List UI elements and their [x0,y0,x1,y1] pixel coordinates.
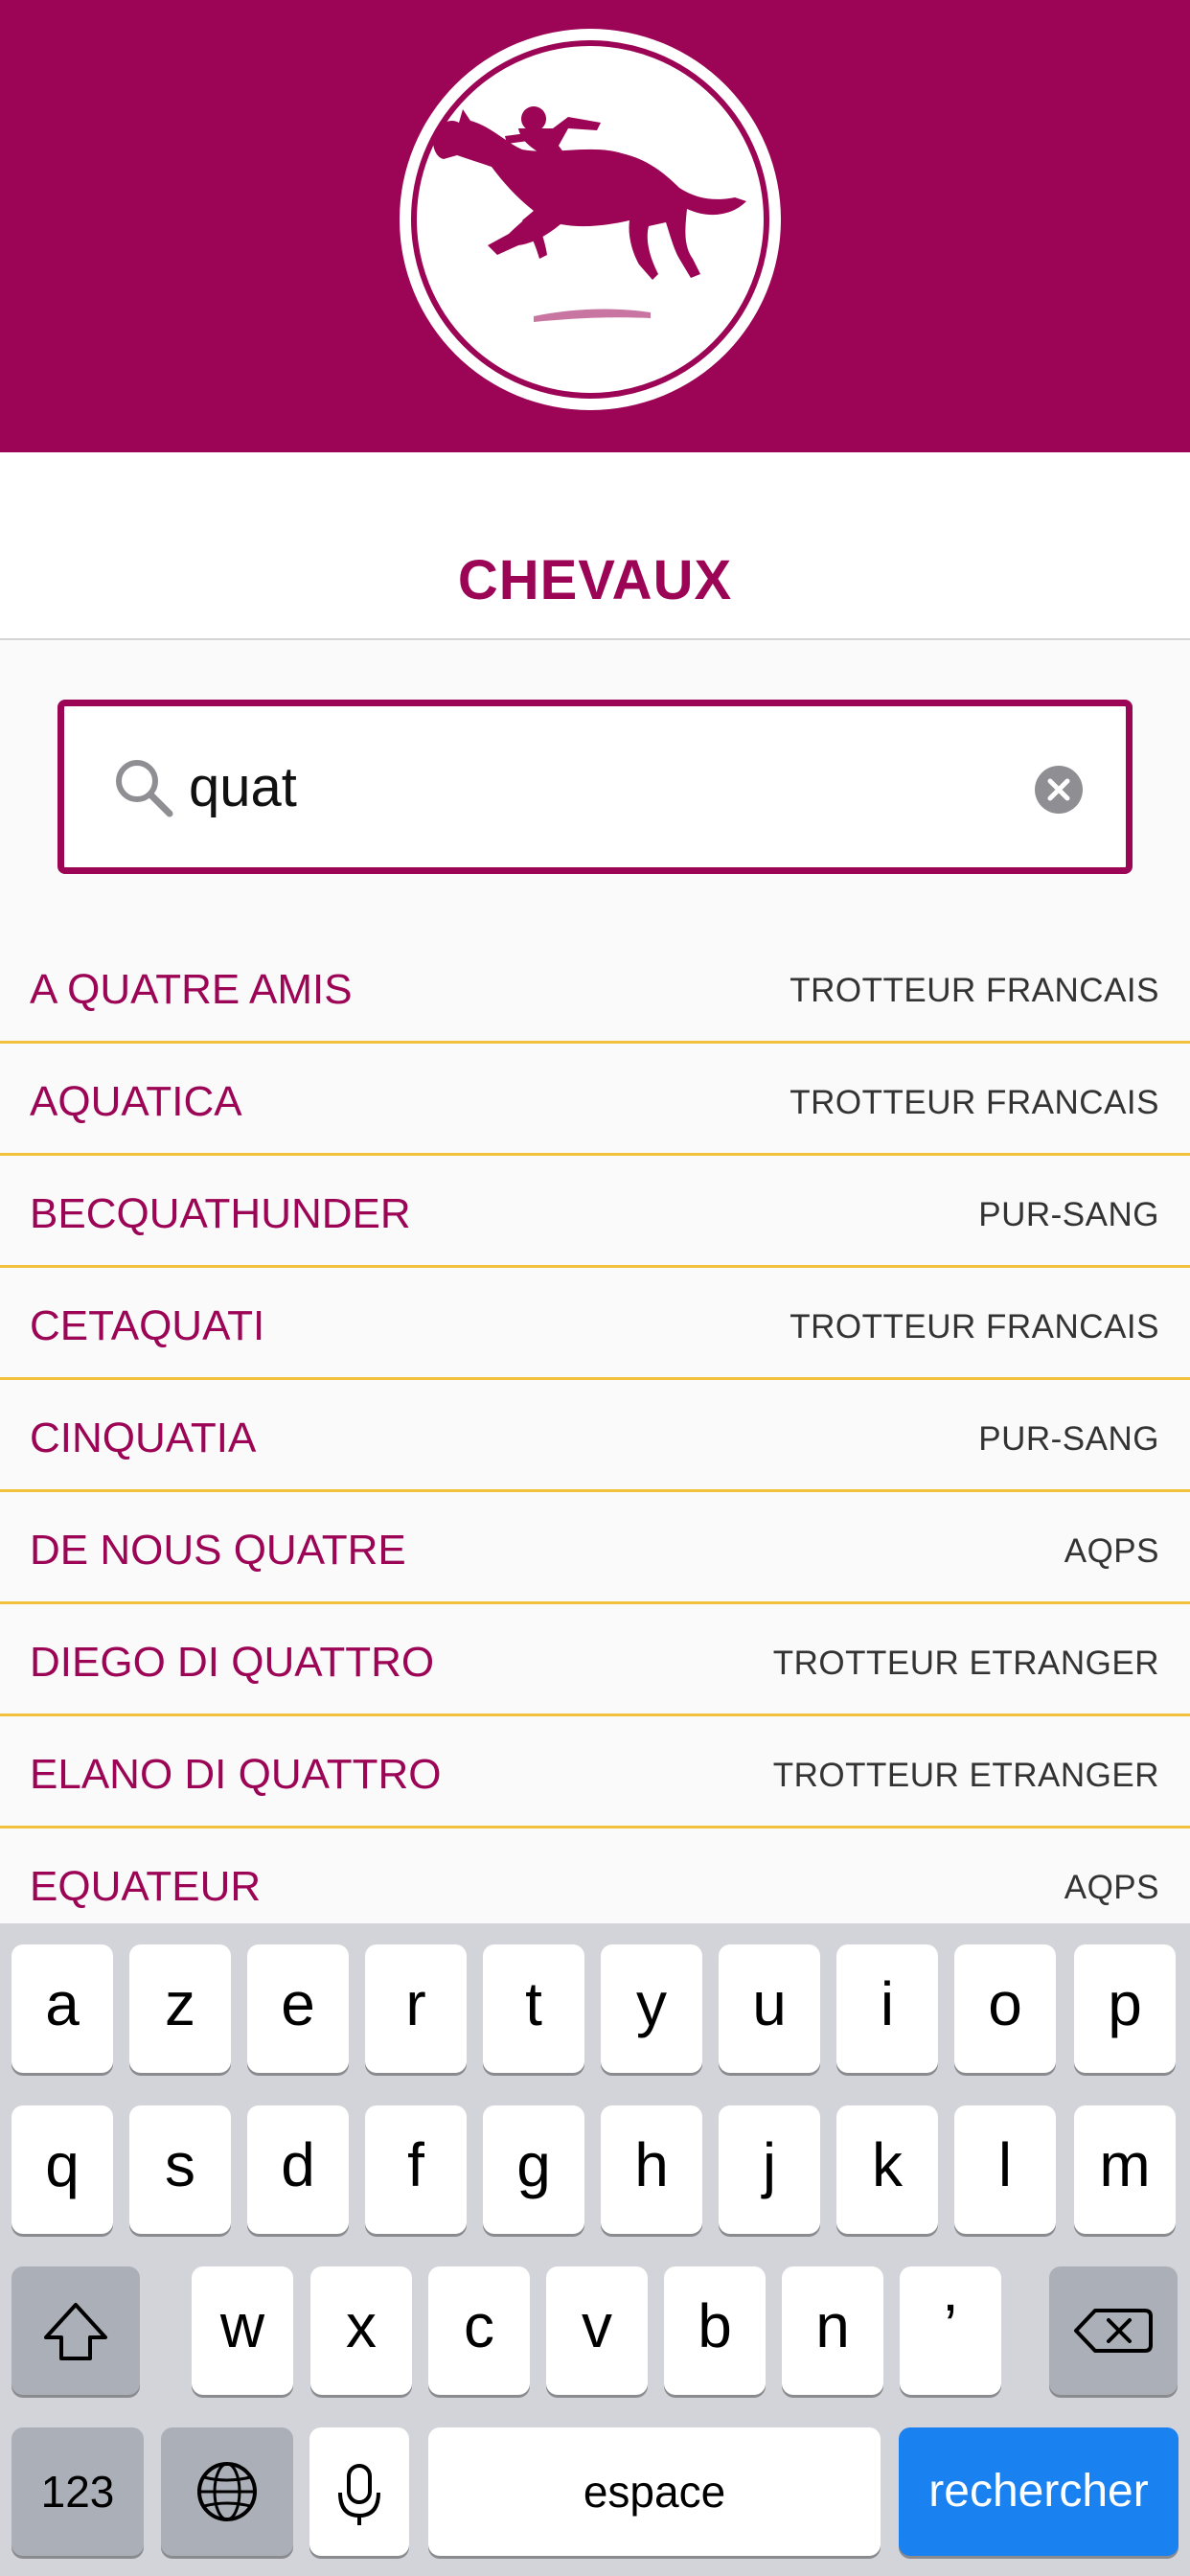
search-button[interactable]: rechercher [899,2427,1179,2556]
horse-breed: TROTTEUR ETRANGER [772,1644,1159,1682]
key-g[interactable]: g [483,2105,584,2234]
key-u[interactable]: u [719,1944,820,2073]
horse-jockey-logo [400,29,781,410]
key-q[interactable]: q [11,2105,113,2234]
horse-name: A QUATRE AMIS [30,966,353,1013]
keyboard: a z e r t y u i o p q s d f g h j k l m … [0,1923,1190,2576]
key-z[interactable]: z [129,1944,231,2073]
key-h[interactable]: h [601,2105,702,2234]
space-key[interactable]: espace [428,2427,881,2556]
results-list: A QUATRE AMIS TROTTEUR FRANCAIS AQUATICA… [0,932,1190,1941]
microphone-icon [338,2464,380,2525]
list-item[interactable]: AQUATICA TROTTEUR FRANCAIS [0,1044,1190,1156]
key-a[interactable]: a [11,1944,113,2073]
horse-breed: PUR-SANG [978,1196,1159,1233]
key-m[interactable]: m [1074,2105,1176,2234]
horse-name: CETAQUATI [30,1302,265,1349]
key-b[interactable]: b [664,2266,766,2395]
backspace-icon [1074,2309,1153,2353]
shift-key[interactable] [11,2266,140,2395]
list-item[interactable]: A QUATRE AMIS TROTTEUR FRANCAIS [0,932,1190,1044]
key-w[interactable]: w [192,2266,293,2395]
horse-name: AQUATICA [30,1078,242,1125]
search-input[interactable] [189,745,1003,829]
horse-jockey-icon [432,106,746,322]
key-d[interactable]: d [247,2105,349,2234]
horse-breed: TROTTEUR ETRANGER [772,1757,1159,1794]
key-j[interactable]: j [719,2105,820,2234]
key-k[interactable]: k [836,2105,938,2234]
horse-name: DE NOUS QUATRE [30,1527,406,1574]
key-f[interactable]: f [365,2105,467,2234]
key-i[interactable]: i [836,1944,938,2073]
key-c[interactable]: c [428,2266,530,2395]
horse-breed: TROTTEUR FRANCAIS [790,972,1159,1009]
key-x[interactable]: x [310,2266,412,2395]
key-e[interactable]: e [247,1944,349,2073]
key-l[interactable]: l [954,2105,1056,2234]
globe-icon [197,2462,257,2521]
horse-breed: TROTTEUR FRANCAIS [790,1084,1159,1121]
key-t[interactable]: t [483,1944,584,2073]
key-r[interactable]: r [365,1944,467,2073]
horse-name: DIEGO DI QUATTRO [30,1639,435,1686]
horse-name: BECQUATHUNDER [30,1190,411,1237]
microphone-key[interactable] [309,2427,409,2556]
horse-breed: TROTTEUR FRANCAIS [790,1308,1159,1346]
horse-breed: AQPS [1064,1532,1159,1570]
key-apostrophe[interactable]: ’ [900,2266,1001,2395]
search-box[interactable] [57,700,1133,874]
horse-name: CINQUATIA [30,1414,257,1461]
title-bar: CHEVAUX [0,452,1190,640]
key-n[interactable]: n [782,2266,883,2395]
clear-icon[interactable] [1035,766,1083,814]
key-y[interactable]: y [601,1944,702,2073]
numbers-key[interactable]: 123 [11,2427,144,2556]
shift-icon [44,2303,107,2360]
list-item[interactable]: DIEGO DI QUATTRO TROTTEUR ETRANGER [0,1604,1190,1716]
horse-name: EQUATEUR [30,1863,262,1910]
list-item[interactable]: DE NOUS QUATRE AQPS [0,1492,1190,1604]
header-banner [0,0,1190,452]
list-item[interactable]: CINQUATIA PUR-SANG [0,1380,1190,1492]
list-item[interactable]: ELANO DI QUATTRO TROTTEUR ETRANGER [0,1716,1190,1828]
list-item[interactable]: CETAQUATI TROTTEUR FRANCAIS [0,1268,1190,1380]
page-title: CHEVAUX [457,549,733,611]
list-item[interactable]: BECQUATHUNDER PUR-SANG [0,1156,1190,1268]
key-p[interactable]: p [1074,1944,1176,2073]
key-v[interactable]: v [546,2266,648,2395]
backspace-key[interactable] [1049,2266,1178,2395]
globe-key[interactable] [161,2427,293,2556]
horse-breed: AQPS [1064,1869,1159,1906]
search-icon [116,760,173,817]
horse-name: ELANO DI QUATTRO [30,1751,442,1798]
key-s[interactable]: s [129,2105,231,2234]
horse-breed: PUR-SANG [978,1420,1159,1458]
key-o[interactable]: o [954,1944,1056,2073]
